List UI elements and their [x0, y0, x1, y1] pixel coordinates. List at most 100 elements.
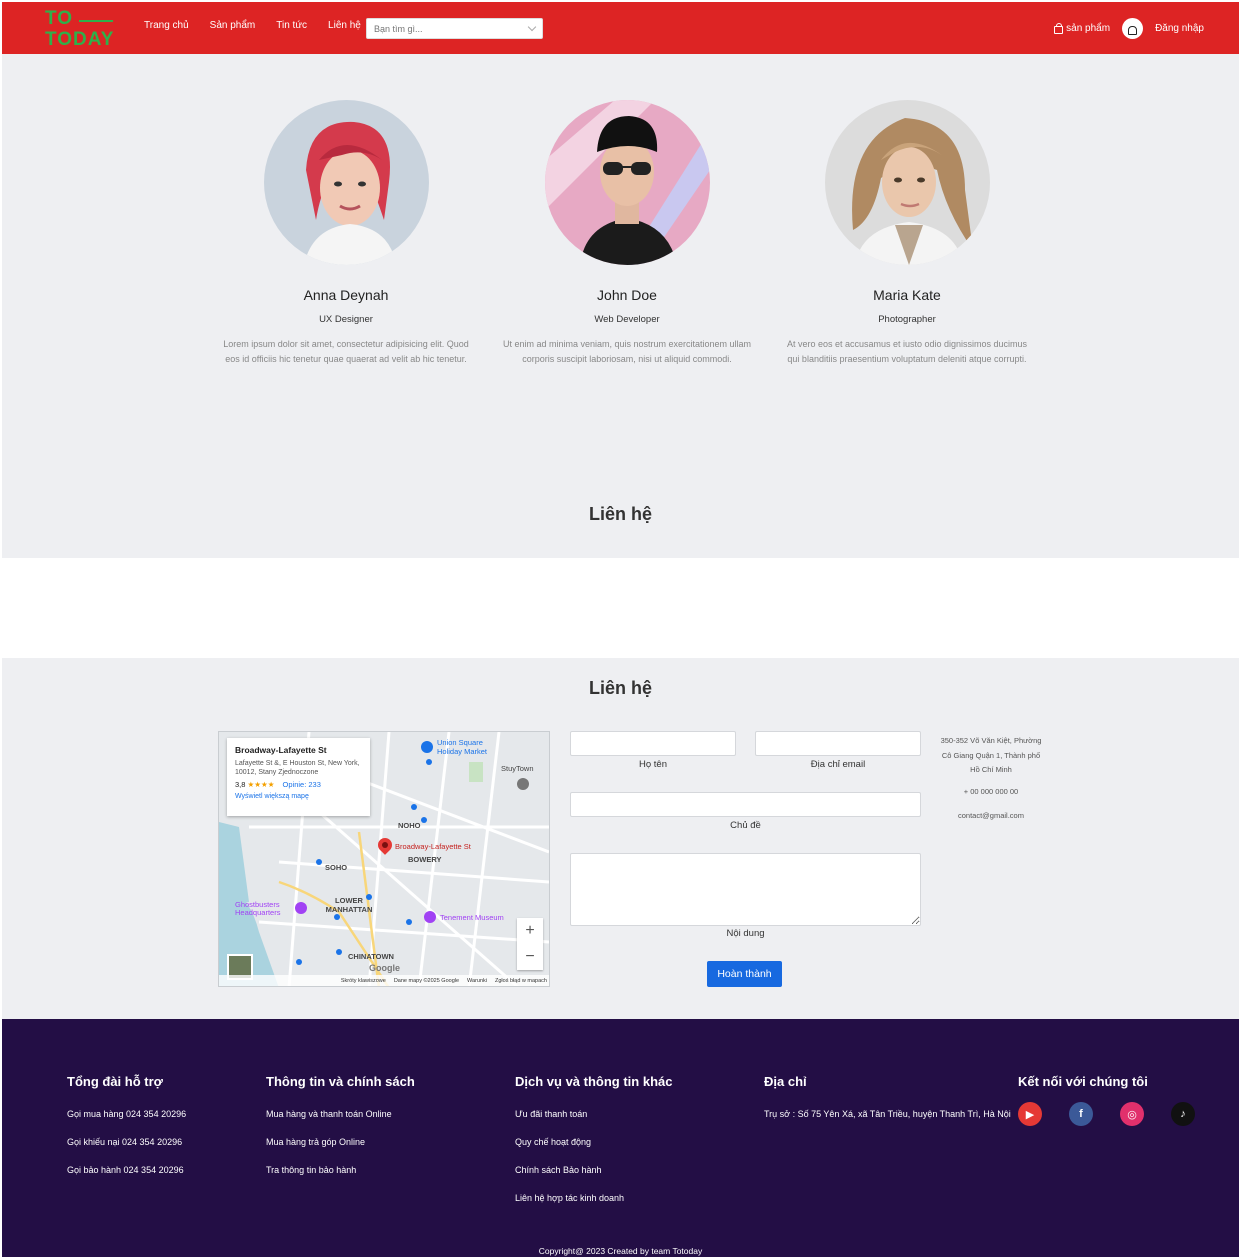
logo-line-1: TO [45, 8, 74, 29]
footer-heading: Thông tin và chính sách [266, 1074, 415, 1089]
map-label: Tenement Museum [440, 913, 504, 922]
contact-phone: + 00 000 000 00 [963, 787, 1019, 796]
rating-value: 3,8 [235, 780, 246, 789]
logo[interactable]: TO TODAY [45, 8, 125, 50]
footer-heading: Địa chỉ [764, 1074, 807, 1089]
map-footer-link[interactable]: Skróty klawiszowe [341, 978, 386, 984]
logo-dash [79, 20, 113, 22]
place-card: Broadway-Lafayette St Lafayette St &, E … [227, 738, 370, 816]
footer-link[interactable]: Mua hàng trả góp Online [266, 1128, 415, 1156]
subject-label: Chủ đề [730, 820, 761, 831]
larger-map-link[interactable]: Wyświetl większą mapę [235, 793, 362, 800]
team-member-card: Maria Kate Photographer At vero eos et a… [777, 100, 1037, 366]
footer: Tổng đài hỗ trợ Gọi mua hàng 024 354 202… [2, 1019, 1239, 1257]
member-name: Maria Kate [873, 287, 941, 303]
footer-col-address: Địa chỉ Trụ sở : Số 75 Yên Xá, xã Tân Tr… [764, 1074, 1011, 1128]
team-member-card: Anna Deynah UX Designer Lorem ipsum dolo… [216, 100, 476, 366]
footer-col-social: Kết nối với chúng tôi [1018, 1074, 1148, 1100]
zoom-in-icon[interactable]: + [525, 922, 534, 940]
place-address: Lafayette St &, E Houston St, New York, … [235, 760, 360, 776]
user-icon [1128, 25, 1138, 35]
submit-button[interactable]: Hoàn thành [707, 961, 782, 987]
instagram-icon[interactable]: ◎ [1120, 1102, 1144, 1126]
contact-address: 350-352 Võ Văn Kiệt, Phường Cô Giang Quậ… [940, 736, 1042, 774]
logo-line-2: TODAY [45, 29, 115, 50]
map-label: LOWER MANHATTAN [325, 896, 373, 914]
email-field[interactable] [755, 731, 921, 756]
footer-link[interactable]: Ưu đãi thanh toán [515, 1100, 672, 1128]
pin-label: Broadway-Lafayette St [395, 842, 471, 851]
footer-col-policy: Thông tin và chính sách Mua hàng và than… [266, 1074, 415, 1184]
email-label: Địa chỉ email [810, 759, 866, 770]
member-role: UX Designer [319, 314, 373, 325]
footer-link[interactable]: Gọi khiếu nại 024 354 20296 [67, 1128, 186, 1156]
footer-link[interactable]: Quy chế hoạt động [515, 1128, 672, 1156]
youtube-icon[interactable]: ▶ [1018, 1102, 1042, 1126]
reviews-link[interactable]: Opinie: 233 [283, 780, 321, 789]
footer-heading: Tổng đài hỗ trợ [67, 1074, 163, 1089]
social-links: ▶ f ◎ ♪ [1018, 1102, 1195, 1126]
place-title: Broadway-Lafayette St [235, 745, 327, 755]
footer-link[interactable]: Mua hàng và thanh toán Online [266, 1100, 415, 1128]
team-member-card: John Doe Web Developer Ut enim ad minima… [497, 100, 757, 366]
map-label: Union Square Holiday Market [437, 738, 488, 756]
facebook-icon[interactable]: f [1069, 1102, 1093, 1126]
message-field[interactable] [570, 853, 921, 926]
section-title: Liên hệ [588, 504, 652, 524]
login-link[interactable]: Đăng nhập [1155, 23, 1204, 34]
map-footer-text: Dane mapy ©2025 Google [393, 977, 460, 984]
star-icon: ★★★★ [247, 780, 275, 789]
member-name: John Doe [597, 287, 657, 303]
contact-email[interactable]: contact@gmail.com [937, 809, 1045, 824]
search-input[interactable] [374, 23, 524, 34]
shopping-bag-icon [1054, 22, 1064, 34]
footer-col-services: Dịch vụ và thông tin khác Ưu đãi thanh t… [515, 1074, 672, 1212]
member-role: Photographer [878, 314, 936, 325]
zoom-control: + − [517, 918, 543, 970]
footer-heading: Dịch vụ và thông tin khác [515, 1074, 673, 1089]
zoom-out-icon[interactable]: − [525, 948, 534, 966]
nav-contact[interactable]: Liên hệ [328, 20, 361, 31]
copyright: Copyright@ 2023 Created by team Totoday [538, 1246, 703, 1256]
google-logo: Google [369, 963, 400, 973]
map-attribution: Skróty klawiszowe Dane mapy ©2025 Google… [219, 975, 549, 986]
navbar: TO TODAY Trang chủ Sản phẩm Tin tức Liên… [2, 2, 1239, 54]
search-box[interactable] [366, 18, 543, 39]
member-bio: Ut enim ad minima veniam, quis nostrum e… [502, 339, 752, 364]
member-bio: At vero eos et accusamus et iusto odio d… [786, 339, 1028, 364]
member-photo [544, 100, 710, 265]
nav-news[interactable]: Tin tức [276, 20, 307, 31]
team-section: Anna Deynah UX Designer Lorem ipsum dolo… [2, 54, 1239, 558]
nav-right: sản phẩm Đăng nhập [1054, 18, 1204, 39]
contact-title: Liên hệ [588, 678, 652, 698]
nav-products[interactable]: Sản phẩm [210, 20, 256, 31]
chevron-down-icon[interactable] [527, 22, 537, 32]
map-label: CHINATOWN [348, 952, 394, 961]
member-role: Web Developer [594, 314, 660, 325]
main-menu: Trang chủ Sản phẩm Tin tức Liên hệ [144, 20, 382, 31]
map-label: SOHO [325, 863, 348, 872]
footer-link[interactable]: Liên hệ hợp tác kinh doanh [515, 1184, 672, 1212]
map-embed[interactable]: Broadway-Lafayette St Lafayette St &, E … [218, 731, 550, 987]
name-field[interactable] [570, 731, 736, 756]
message-label: Nội dung [726, 928, 765, 939]
map-label: BOWERY [408, 855, 442, 864]
cart-label: sản phẩm [1066, 23, 1111, 34]
member-name: Anna Deynah [303, 287, 389, 303]
name-label: Họ tên [639, 759, 667, 770]
page: TO TODAY Trang chủ Sản phẩm Tin tức Liên… [0, 0, 1239, 1257]
footer-link[interactable]: Gọi mua hàng 024 354 20296 [67, 1100, 186, 1128]
footer-link[interactable]: Tra thông tin bảo hành [266, 1156, 415, 1184]
map-label: StuyTown [501, 764, 534, 773]
user-avatar[interactable] [1122, 18, 1144, 39]
member-photo [263, 100, 429, 265]
footer-link[interactable]: Chính sách Bảo hành [515, 1156, 672, 1184]
footer-heading: Kết nối với chúng tôi [1018, 1074, 1148, 1089]
nav-home[interactable]: Trang chủ [144, 20, 189, 31]
map-footer-link[interactable]: Zgłoś błąd w mapach [495, 978, 547, 984]
footer-link[interactable]: Gọi bảo hành 024 354 20296 [67, 1156, 186, 1184]
subject-field[interactable] [570, 792, 921, 817]
cart-link[interactable]: sản phẩm [1054, 22, 1111, 34]
tiktok-icon[interactable]: ♪ [1171, 1102, 1195, 1126]
map-footer-link[interactable]: Warunki [467, 978, 487, 984]
